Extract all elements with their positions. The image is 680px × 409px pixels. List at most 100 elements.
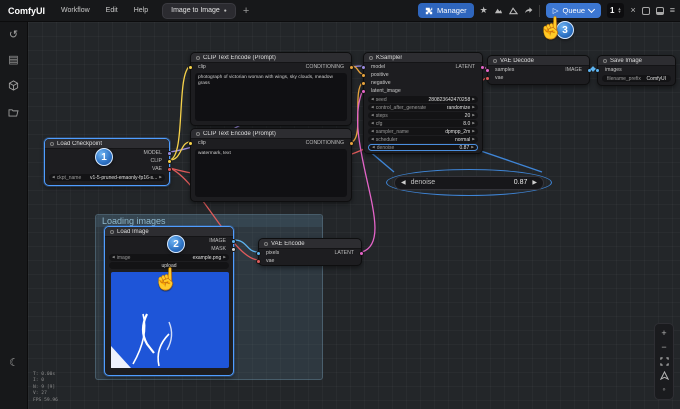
- prev-value-icon[interactable]: ◀: [371, 138, 374, 142]
- seed-widget[interactable]: ◀seed280823642470258▶: [368, 96, 478, 103]
- collapse-dot-icon[interactable]: [493, 59, 497, 63]
- node-header[interactable]: VAE Encode: [259, 239, 361, 249]
- dock-bottom-icon[interactable]: [656, 7, 664, 15]
- clip-input-port[interactable]: [188, 65, 193, 70]
- prev-value-icon[interactable]: ◀: [371, 98, 374, 102]
- next-value-icon[interactable]: ▶: [472, 122, 475, 126]
- node-save-image[interactable]: Save Image images filename_prefix ComfyU…: [597, 55, 676, 86]
- node-header[interactable]: CLIP Text Encode (Prompt): [191, 129, 351, 139]
- queue-history-icon[interactable]: ↺: [9, 30, 18, 41]
- node-vae-encode[interactable]: VAE Encode pixels LATENT vae: [258, 238, 362, 266]
- filename-prefix-widget[interactable]: filename_prefix ComfyUI: [602, 75, 671, 82]
- sampler-name-widget[interactable]: ◀sampler_namedpmpp_2m▶: [368, 128, 478, 135]
- workflows-folder-icon[interactable]: [8, 108, 19, 120]
- collapse-dot-icon[interactable]: [50, 142, 54, 146]
- toggle-links-icon[interactable]: ◦: [662, 385, 665, 394]
- queue-list-icon[interactable]: ≡: [670, 6, 675, 15]
- samples-input-port[interactable]: [485, 68, 490, 73]
- node-header[interactable]: Load Checkpoint: [45, 139, 169, 149]
- prev-value-icon[interactable]: ◀: [112, 256, 115, 260]
- prev-value-icon[interactable]: ◀: [372, 146, 375, 150]
- fit-view-icon[interactable]: [660, 357, 669, 366]
- workflow-tab[interactable]: Image to Image ●: [162, 3, 236, 19]
- pixels-input-port[interactable]: [256, 251, 261, 256]
- hand-cursor-upload-icon: ☝: [153, 268, 179, 292]
- menu-workflow[interactable]: Workflow: [53, 7, 98, 14]
- scheduler-widget[interactable]: ◀schedulernormal▶: [368, 136, 478, 143]
- next-value-icon[interactable]: ▶: [159, 176, 162, 180]
- select-cursor-icon[interactable]: [660, 371, 669, 380]
- steps-widget[interactable]: ◀steps20▶: [368, 112, 478, 119]
- next-value-icon[interactable]: ▶: [472, 106, 475, 110]
- input-label-images: images: [605, 67, 622, 73]
- node-vae-decode[interactable]: VAE Decode samples IMAGE vae: [487, 55, 590, 85]
- clip-output-port[interactable]: [167, 159, 172, 164]
- node-ksampler[interactable]: KSampler model LATENT positive negative …: [363, 52, 483, 154]
- prev-value-icon[interactable]: ◀: [371, 130, 374, 134]
- model-input-port[interactable]: [361, 65, 366, 70]
- conditioning-output-port[interactable]: [349, 65, 354, 70]
- prev-value-icon[interactable]: ◀: [371, 122, 374, 126]
- mask-output-port[interactable]: [231, 247, 236, 252]
- vae-input-port[interactable]: [485, 76, 490, 81]
- menu-edit[interactable]: Edit: [98, 7, 126, 14]
- collapse-dot-icon[interactable]: [369, 56, 373, 60]
- cfg-widget[interactable]: ◀cfg8.0▶: [368, 120, 478, 127]
- collapse-dot-icon[interactable]: [264, 242, 268, 246]
- clip-input-port[interactable]: [188, 141, 193, 146]
- conditioning-output-port[interactable]: [349, 141, 354, 146]
- ckpt-name-widget[interactable]: ◀ ckpt_name v1-5-pruned-emaonly-fp16-s..…: [49, 174, 165, 181]
- vae-output-port[interactable]: [167, 167, 172, 172]
- node-header[interactable]: Load Image: [105, 227, 233, 237]
- manager-button[interactable]: Manager: [418, 3, 474, 18]
- next-value-icon[interactable]: ▶: [472, 114, 475, 118]
- collapse-dot-icon[interactable]: [196, 56, 200, 60]
- next-value-icon[interactable]: ▶: [223, 256, 226, 260]
- menu-help[interactable]: Help: [126, 7, 156, 14]
- image-select-widget[interactable]: ◀ image example.png ▶: [109, 254, 229, 261]
- node-header[interactable]: VAE Decode: [488, 56, 589, 66]
- share-icon[interactable]: [524, 6, 533, 15]
- queue-button[interactable]: ▷ Queue: [546, 3, 601, 18]
- gallery-icon[interactable]: [494, 6, 503, 15]
- latent-image-input-port[interactable]: [361, 89, 366, 94]
- negative-input-port[interactable]: [361, 81, 366, 86]
- next-value-icon[interactable]: ▶: [471, 146, 474, 150]
- node-header[interactable]: Save Image: [598, 56, 675, 66]
- collapse-dot-icon[interactable]: [603, 59, 607, 63]
- widget-value: 280823642470258: [429, 97, 471, 103]
- node-clip-text-encode-negative[interactable]: CLIP Text Encode (Prompt) clip CONDITION…: [190, 128, 352, 202]
- clear-queue-icon[interactable]: ×: [630, 6, 635, 15]
- node-clip-text-encode-positive[interactable]: CLIP Text Encode (Prompt) clip CONDITION…: [190, 52, 352, 126]
- positive-input-port[interactable]: [361, 73, 366, 78]
- prev-value-icon[interactable]: ◀: [52, 176, 55, 180]
- latent-output-port[interactable]: [359, 251, 364, 256]
- decrement-icon[interactable]: ▼: [618, 11, 622, 13]
- next-value-icon[interactable]: ▶: [472, 98, 475, 102]
- image-output-port[interactable]: [231, 239, 236, 244]
- vae-input-port[interactable]: [256, 259, 261, 264]
- node-library-icon[interactable]: ▤: [8, 55, 18, 66]
- model-output-port[interactable]: [167, 151, 172, 156]
- star-icon[interactable]: ★: [480, 6, 488, 15]
- denoise-widget[interactable]: ◀denoise0.87▶: [368, 144, 478, 151]
- panel-toggle-icon[interactable]: [642, 7, 650, 15]
- prev-value-icon[interactable]: ◀: [371, 114, 374, 118]
- next-value-icon[interactable]: ▶: [472, 130, 475, 134]
- next-value-icon[interactable]: ▶: [472, 138, 475, 142]
- prev-value-icon[interactable]: ◀: [371, 106, 374, 110]
- control-after-generate-widget[interactable]: ◀control_after_generaterandomize▶: [368, 104, 478, 111]
- new-tab-button[interactable]: +: [236, 5, 256, 17]
- zoom-out-icon[interactable]: −: [661, 343, 666, 352]
- negative-prompt-textarea[interactable]: watermark, text: [195, 149, 347, 197]
- model-library-icon[interactable]: [8, 80, 19, 94]
- positive-prompt-textarea[interactable]: photograph of victorian woman with wings…: [195, 73, 347, 121]
- collapse-dot-icon[interactable]: [110, 230, 114, 234]
- collapse-dot-icon[interactable]: [196, 132, 200, 136]
- batch-count-stepper[interactable]: 1 ▲▼: [607, 3, 624, 18]
- gallery-icon-2[interactable]: [509, 6, 518, 15]
- theme-toggle-moon-icon[interactable]: ☾: [0, 358, 28, 369]
- zoom-in-icon[interactable]: +: [661, 329, 666, 338]
- node-header[interactable]: KSampler: [364, 53, 482, 63]
- node-header[interactable]: CLIP Text Encode (Prompt): [191, 53, 351, 63]
